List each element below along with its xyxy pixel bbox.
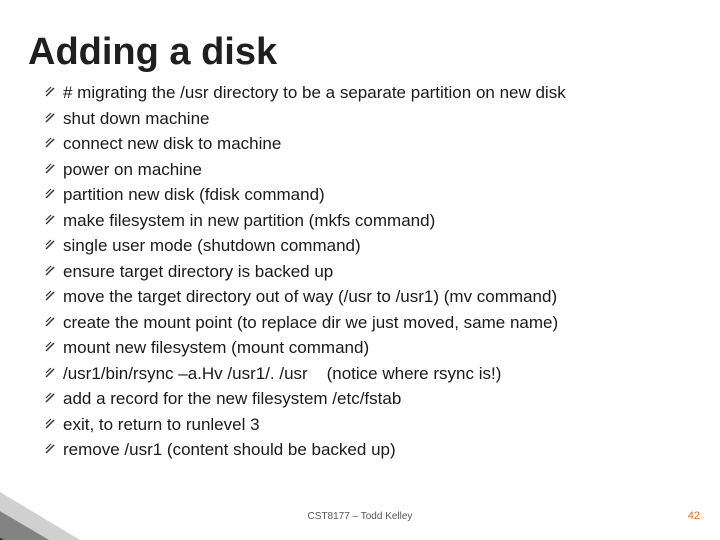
bullet-item: move the target directory out of way (/u… (75, 284, 680, 310)
bullet-item: add a record for the new filesystem /etc… (75, 386, 680, 412)
bullet-text: create the mount point (to replace dir w… (63, 310, 558, 336)
bullet-item: connect new disk to machine (75, 131, 680, 157)
bullet-text: ensure target directory is backed up (63, 259, 333, 285)
slide-title: Adding a disk (28, 31, 277, 74)
bullet-text: move the target directory out of way (/u… (63, 284, 557, 310)
bullet-item: make filesystem in new partition (mkfs c… (75, 208, 680, 234)
bullet-text: shut down machine (63, 106, 209, 132)
bullet-text: connect new disk to machine (63, 131, 281, 157)
bullet-text: # migrating the /usr directory to be a s… (63, 80, 566, 106)
bullet-item: shut down machine (75, 106, 680, 132)
bullet-list: # migrating the /usr directory to be a s… (75, 80, 680, 463)
footer-page-number: 42 (688, 510, 700, 522)
bullet-item: single user mode (shutdown command) (75, 233, 680, 259)
bullet-text: /usr1/bin/rsync –a.Hv /usr1/. /usr (noti… (63, 361, 501, 387)
bullet-item: exit, to return to runlevel 3 (75, 412, 680, 438)
bullet-text: add a record for the new filesystem /etc… (63, 386, 401, 412)
footer-course: CST8177 – Todd Kelley (0, 511, 720, 522)
bullet-item: remove /usr1 (content should be backed u… (75, 437, 680, 463)
bullet-text: single user mode (shutdown command) (63, 233, 361, 259)
bullet-text: exit, to return to runlevel 3 (63, 412, 260, 438)
bullet-text: mount new filesystem (mount command) (63, 335, 369, 361)
bullet-item: ensure target directory is backed up (75, 259, 680, 285)
corner-decoration (0, 450, 130, 540)
bullet-text: make filesystem in new partition (mkfs c… (63, 208, 435, 234)
bullet-text: partition new disk (fdisk command) (63, 182, 325, 208)
bullet-text: power on machine (63, 157, 202, 183)
bullet-item: partition new disk (fdisk command) (75, 182, 680, 208)
bullet-item: mount new filesystem (mount command) (75, 335, 680, 361)
bullet-item: power on machine (75, 157, 680, 183)
bullet-item: /usr1/bin/rsync –a.Hv /usr1/. /usr (noti… (75, 361, 680, 387)
bullet-item: create the mount point (to replace dir w… (75, 310, 680, 336)
bullet-text: remove /usr1 (content should be backed u… (63, 437, 396, 463)
bullet-item: # migrating the /usr directory to be a s… (75, 80, 680, 106)
